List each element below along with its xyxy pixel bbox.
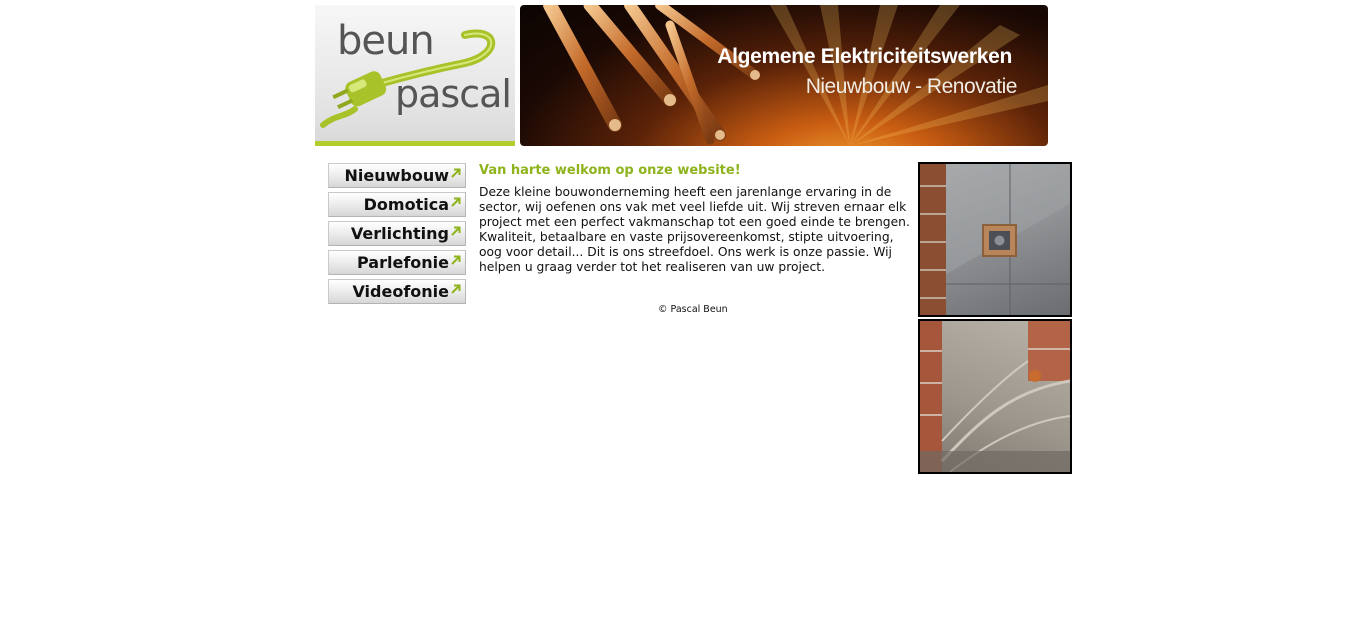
- nav-item-label: Nieuwbouw: [344, 166, 449, 185]
- floor-wiring-photo-graphic: [920, 321, 1070, 472]
- logo-text-beun: BEUN: [337, 18, 435, 64]
- arrow-up-right-icon: [451, 168, 461, 178]
- nav-item-label: Videofonie: [352, 282, 449, 301]
- intro-paragraph: Deze kleine bouwonderneming heeft een ja…: [479, 185, 910, 274]
- nav-item-label: Parlefonie: [357, 253, 449, 272]
- header-banner: Algemene Elektriciteitswerken Nieuwbouw …: [520, 5, 1048, 146]
- nav-item-label: Domotica: [363, 195, 449, 214]
- arrow-up-right-icon: [451, 284, 461, 294]
- nav-item-label: Verlichting: [350, 224, 449, 243]
- arrow-up-right-icon: [451, 255, 461, 265]
- floor-outlet-photo-graphic: [920, 164, 1070, 315]
- floor-wiring-photo: [918, 319, 1072, 474]
- arrow-up-right-icon: [451, 197, 461, 207]
- nav-item-videofonie[interactable]: Videofonie: [328, 279, 466, 304]
- welcome-heading: Van harte welkom op onze website!: [479, 163, 741, 178]
- main-navigation: Nieuwbouw Domotica Verlichting Parlefoni…: [328, 163, 466, 308]
- logo-text-pascal: PASCAL: [395, 72, 512, 116]
- banner-subtitle: Nieuwbouw - Renovatie: [805, 75, 1018, 98]
- banner-title: Algemene Elektriciteitswerken: [717, 45, 1012, 68]
- nav-item-nieuwbouw[interactable]: Nieuwbouw: [328, 163, 466, 188]
- nav-item-verlichting[interactable]: Verlichting: [328, 221, 466, 246]
- nav-item-domotica[interactable]: Domotica: [328, 192, 466, 217]
- nav-item-parlefonie[interactable]: Parlefonie: [328, 250, 466, 275]
- arrow-up-right-icon: [451, 226, 461, 236]
- site-logo[interactable]: BEUN PASCAL: [315, 5, 515, 146]
- floor-outlet-photo: [918, 162, 1072, 317]
- copyright-text: © Pascal Beun: [658, 304, 728, 315]
